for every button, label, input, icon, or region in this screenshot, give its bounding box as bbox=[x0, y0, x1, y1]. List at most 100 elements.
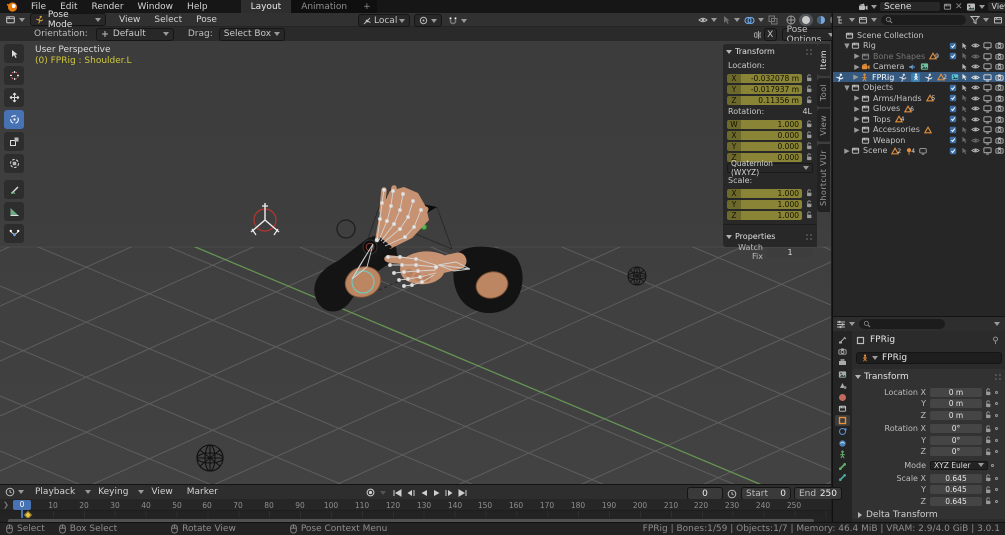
snap-options-caret[interactable] bbox=[461, 18, 467, 23]
selectable-icon[interactable] bbox=[960, 63, 968, 71]
disable-viewport-icon[interactable] bbox=[983, 73, 992, 82]
jump-to-start-button[interactable] bbox=[392, 487, 403, 498]
disable-render-icon[interactable] bbox=[995, 115, 1004, 124]
properties-panel-header[interactable]: Properties bbox=[723, 229, 817, 244]
lock-icon[interactable] bbox=[985, 486, 992, 494]
expand-arrow[interactable]: ▶ bbox=[852, 73, 860, 81]
scale-x-field[interactable]: X 1.000 bbox=[727, 188, 802, 198]
sidebar-tab-item[interactable]: Item bbox=[817, 44, 830, 76]
lock-icon[interactable] bbox=[806, 153, 813, 161]
disable-render-icon[interactable] bbox=[995, 136, 1004, 145]
lock-icon[interactable] bbox=[806, 211, 813, 219]
tab-physics-icon[interactable] bbox=[835, 426, 850, 437]
timeline-ruler[interactable]: 10 20 30 40 50 60 70 80 90 100 110 120 130 140 150 160 1… bbox=[0, 499, 831, 511]
lock-icon[interactable] bbox=[985, 411, 992, 419]
rotation-y-field[interactable]: Y 0.000 bbox=[727, 141, 802, 151]
expand-arrow[interactable]: ▶ bbox=[843, 147, 851, 155]
disable-render-icon[interactable] bbox=[995, 73, 1004, 82]
animate-dot[interactable] bbox=[995, 438, 998, 442]
hide-eye-icon[interactable] bbox=[971, 94, 980, 103]
tool-measure[interactable] bbox=[4, 202, 24, 221]
copy-scene-icon[interactable] bbox=[943, 2, 952, 11]
new-collection-icon[interactable] bbox=[993, 15, 1003, 25]
scale-x-field[interactable]: 0.645 bbox=[930, 473, 982, 483]
use-preview-range-icon[interactable] bbox=[727, 489, 737, 499]
expand-arrow[interactable]: ▶ bbox=[853, 52, 861, 60]
add-workspace-button[interactable]: + bbox=[357, 0, 377, 13]
x-mirror-toggle[interactable]: X bbox=[763, 28, 777, 41]
outliner-row-fprig[interactable]: ▶ FPRig 2 bbox=[833, 72, 1005, 82]
menu-select[interactable]: Select bbox=[147, 15, 189, 25]
disable-viewport-icon[interactable] bbox=[983, 62, 992, 71]
lock-icon[interactable] bbox=[985, 436, 992, 444]
animate-dot[interactable] bbox=[995, 390, 998, 394]
rotation-mode-dropdown[interactable]: Quaternion (WXYZ) bbox=[727, 159, 813, 177]
expand-arrow[interactable]: ▶ bbox=[853, 105, 861, 113]
selectable-icon[interactable] bbox=[960, 136, 968, 144]
animate-dot[interactable] bbox=[995, 488, 998, 492]
transform-panel-header[interactable]: Transform bbox=[723, 44, 817, 59]
menu-view[interactable]: View bbox=[112, 15, 147, 25]
disable-render-icon[interactable] bbox=[995, 41, 1004, 50]
hide-eye-icon[interactable] bbox=[971, 83, 980, 92]
expand-arrow[interactable]: ▼ bbox=[843, 42, 851, 50]
view-layer-icon[interactable] bbox=[966, 2, 976, 12]
selectable-icon[interactable] bbox=[960, 105, 968, 113]
tab-scene-icon[interactable] bbox=[835, 380, 850, 391]
exclude-checkbox[interactable] bbox=[949, 126, 957, 134]
disable-render-icon[interactable] bbox=[995, 83, 1004, 92]
playhead-line[interactable] bbox=[21, 510, 23, 518]
sidebar-tab-tool[interactable]: Tool bbox=[817, 77, 830, 107]
rotation-mode-dropdown[interactable]: XYZ Euler bbox=[930, 460, 988, 470]
disable-viewport-icon[interactable] bbox=[983, 94, 992, 103]
hide-eye-icon[interactable] bbox=[971, 62, 980, 71]
outliner-row-weapon[interactable]: Weapon bbox=[833, 135, 1005, 145]
lock-icon[interactable] bbox=[806, 131, 813, 139]
pose-options-dropdown[interactable]: Pose Options bbox=[781, 25, 839, 45]
viewport-3d[interactable]: User Perspective (0) FPRig : Shoulder.L … bbox=[0, 41, 831, 484]
mode-dropdown[interactable]: Pose Mode bbox=[30, 10, 106, 30]
disable-render-icon[interactable] bbox=[995, 52, 1004, 61]
lock-icon[interactable] bbox=[806, 96, 813, 104]
outliner-row-objects[interactable]: ▼ Objects bbox=[833, 83, 1005, 93]
rot-x-field[interactable]: 0° bbox=[930, 424, 982, 433]
outliner-row-scene-collection[interactable]: Scene Collection bbox=[833, 30, 1005, 40]
animate-dot[interactable] bbox=[995, 476, 998, 480]
prev-keyframe-button[interactable] bbox=[405, 487, 416, 498]
lock-icon[interactable] bbox=[806, 85, 813, 93]
filter-icon[interactable] bbox=[970, 15, 980, 25]
disable-viewport-icon[interactable] bbox=[983, 146, 992, 155]
rot-y-field[interactable]: 0° bbox=[930, 435, 982, 445]
tool-annotate[interactable] bbox=[4, 180, 24, 199]
overlays-icon[interactable] bbox=[744, 15, 755, 26]
gizmos-icon[interactable] bbox=[721, 15, 731, 25]
outliner-row-camera[interactable]: ▶ Camera bbox=[833, 62, 1005, 72]
blender-logo-icon[interactable] bbox=[6, 0, 19, 13]
jump-to-end-button[interactable] bbox=[457, 487, 468, 498]
pin-icon[interactable] bbox=[991, 336, 1000, 345]
exclude-checkbox[interactable] bbox=[949, 115, 957, 123]
tab-bone-constraint-icon[interactable] bbox=[835, 472, 850, 483]
menu-help[interactable]: Help bbox=[180, 2, 215, 12]
exclude-checkbox[interactable] bbox=[949, 136, 957, 144]
outliner-search-input[interactable] bbox=[881, 14, 966, 25]
loc-x-field[interactable]: 0 m bbox=[930, 387, 982, 397]
properties-editor-icon[interactable] bbox=[836, 319, 846, 329]
tool-scale[interactable] bbox=[4, 132, 24, 151]
location-y-field[interactable]: Y -0.017937 m bbox=[727, 84, 802, 94]
outliner-row-gloves[interactable]: ▶ Gloves 6 bbox=[833, 104, 1005, 114]
disable-viewport-icon[interactable] bbox=[983, 136, 992, 145]
properties-search-input[interactable] bbox=[859, 319, 945, 329]
pivot-point-dropdown[interactable] bbox=[414, 14, 442, 27]
play-reverse-button[interactable] bbox=[418, 487, 429, 498]
play-button[interactable] bbox=[431, 487, 442, 498]
snap-magnet-icon[interactable] bbox=[448, 16, 458, 26]
expand-arrow[interactable]: ▶ bbox=[853, 63, 861, 71]
expand-arrow[interactable]: ▶ bbox=[853, 126, 861, 134]
delta-transform-panel[interactable]: Delta Transform bbox=[858, 510, 938, 520]
disable-viewport-icon[interactable] bbox=[983, 115, 992, 124]
panel-drag-dots-icon[interactable] bbox=[994, 373, 1002, 381]
expand-arrow[interactable]: ▶ bbox=[853, 94, 861, 102]
disable-viewport-icon[interactable] bbox=[983, 104, 992, 113]
tool-transform[interactable] bbox=[4, 154, 24, 173]
